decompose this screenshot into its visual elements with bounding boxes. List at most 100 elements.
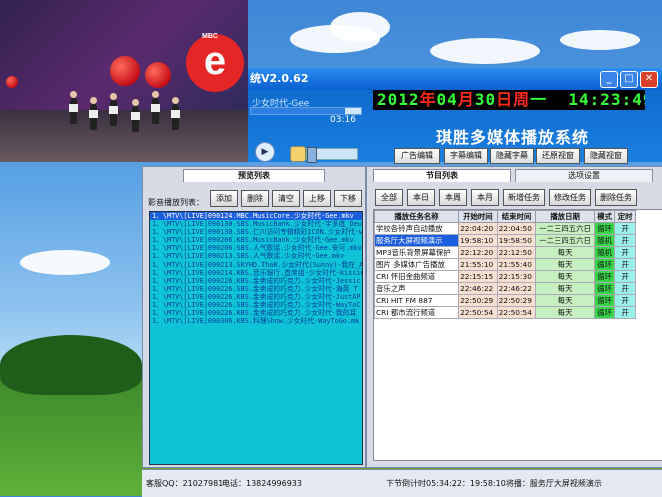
list-item[interactable]: 1、\MTV\[LIVE]090226.SBS.金卖成的巧克力.少女时代-海英 … — [150, 285, 362, 293]
hide-window-button[interactable]: 隐藏视窗 — [584, 148, 628, 164]
cell-name: 音乐之声 — [373, 282, 460, 295]
list-item[interactable]: 1、\MTV\[LIVE]090214.KBS.音乐银行.首席组-少女时代-Ki… — [150, 269, 362, 277]
ad-edit-button[interactable]: 广告编辑 — [394, 148, 440, 164]
list-item[interactable]: 1、\MTV\[LIVE]090226.SBS.金卖成的巧克力.少女时代-Way… — [150, 301, 362, 309]
cell-mode: 循环 — [593, 258, 616, 271]
progress-bar[interactable] — [250, 107, 362, 115]
app-title: 琪胜多媒体播放系统 — [436, 128, 590, 147]
tab-program-list[interactable]: 节目列表 — [373, 169, 511, 182]
cell-timed: 开 — [614, 306, 636, 319]
filter-all-button[interactable]: 全部 — [375, 189, 403, 206]
list-item[interactable]: 1、\MTV\[LIVE]090130.SBS.仁川访问专辑精彩ICON.少女时… — [150, 228, 362, 236]
delete-button[interactable]: 删除 — [241, 190, 269, 207]
table-row[interactable]: 服务厅大屏视频演示 19:58:10 19:58:50 一二三四五六日 随机开 — [373, 234, 636, 247]
cell-name: 学校各铃声自动播放 — [373, 222, 460, 235]
dancer — [109, 93, 118, 126]
cell-end: 22:04:50 — [496, 222, 537, 235]
table-row[interactable]: CRI HIT FM 887 22:50:29 22:50:29 每天 循环开 — [373, 294, 636, 307]
task-table: 播放任务名称 开始时间 结束时间 播放日期 模式 定时 学校各铃声自动播放 22:… — [373, 210, 636, 319]
balloon — [110, 56, 140, 86]
table-row[interactable]: CRI 怀旧金曲频道 22:15:15 22:15:30 每天 循环开 — [373, 270, 636, 283]
dancer — [89, 97, 98, 130]
clear-button[interactable]: 清空 — [272, 190, 300, 207]
list-item[interactable]: 1、\MTV\[LIVE]090226.KBS.金卖成的巧克力.少女时代-Jus… — [150, 293, 362, 301]
list-item[interactable]: 1、\MTV\[LIVE]090226.KBS.金卖成的巧克力.少女时代-我的耳 — [150, 309, 362, 317]
video-preview[interactable]: MBC e — [0, 0, 248, 162]
clock-year-unit: 年 — [419, 90, 437, 109]
list-item[interactable]: 1、\MTV\[LIVE]090124.MBC.MusicCore.少女时代-G… — [150, 212, 362, 221]
cell-date: 一二三四五六日 — [535, 234, 595, 247]
play-button[interactable]: ▶ — [255, 142, 275, 162]
volume-slider[interactable] — [306, 147, 358, 163]
service-qq: 客服QQ：21027981 — [146, 479, 224, 488]
cell-name: CRI HIT FM 887 — [373, 294, 460, 307]
progress-fill — [251, 108, 345, 114]
col-end[interactable]: 结束时间 — [496, 210, 537, 223]
playlist-label: 影音播放列表： — [148, 198, 204, 207]
cell-name: 图片 多媒体广告播放 — [373, 258, 460, 271]
stage-floor — [0, 110, 248, 162]
media-playlist[interactable]: 1、\MTV\[LIVE]090124.MBC.MusicCore.少女时代-G… — [149, 211, 363, 465]
subtitle-edit-button[interactable]: 字幕编辑 — [444, 148, 488, 164]
cell-name: MP3音乐背景屏幕保护 — [373, 246, 460, 259]
list-item[interactable]: 1、\MTV\[LIVE]090206.KBS.MusicBank.少女时代-G… — [150, 236, 362, 244]
delete-task-button[interactable]: 删除任务 — [595, 189, 637, 206]
new-task-button[interactable]: 新增任务 — [503, 189, 545, 206]
digital-clock: 2012年04月30日周一 14:23:49 — [373, 90, 645, 110]
balloon — [145, 62, 171, 88]
cell-end: 22:12:50 — [496, 246, 537, 259]
move-down-button[interactable]: 下移 — [334, 190, 362, 207]
preview-panel: 预览列表 添加 删除 清空 上移 下移 影音播放列表： 1、\MTV\[LIVE… — [142, 166, 366, 468]
hide-subtitle-button[interactable]: 隐藏字幕 — [490, 148, 534, 164]
cell-mode: 随机 — [593, 234, 616, 247]
edit-task-button[interactable]: 修改任务 — [549, 189, 591, 206]
filter-week-button[interactable]: 本周 — [439, 189, 467, 206]
cell-start: 22:50:54 — [458, 306, 498, 319]
cell-timed: 开 — [614, 270, 636, 283]
filter-month-button[interactable]: 本月 — [471, 189, 499, 206]
dancer — [171, 97, 180, 130]
speaker-icon[interactable] — [290, 146, 306, 162]
list-item[interactable]: 1、\MTV\[LIVE]090213.SKYHD.ThaB.少女时代(Sunn… — [150, 261, 362, 269]
cell-mode: 循环 — [593, 294, 616, 307]
list-item[interactable]: 1、\MTV\[LIVE]090206.SBS.人气歌谣.少女时代-Gee.安可… — [150, 244, 362, 252]
tree-line — [0, 335, 142, 395]
table-row[interactable]: 图片 多媒体广告播放 21:55:10 21:55:40 每天 循环开 — [373, 258, 636, 271]
cloud — [560, 30, 640, 50]
table-row[interactable]: MP3音乐背景屏幕保护 22:12:20 22:12:50 每天 随机开 — [373, 246, 636, 259]
table-header: 播放任务名称 开始时间 结束时间 播放日期 模式 定时 — [373, 210, 636, 223]
tab-options[interactable]: 选项设置 — [515, 169, 653, 182]
col-start[interactable]: 开始时间 — [458, 210, 498, 223]
list-item[interactable]: 1、\MTV\[LIVE]090130.SBS.MusicBank.少女时代-宇… — [150, 220, 362, 228]
move-up-button[interactable]: 上移 — [303, 190, 331, 207]
play-time: 03:16 — [330, 115, 356, 125]
maximize-button[interactable]: □ — [620, 71, 638, 88]
col-timed[interactable]: 定时 — [614, 210, 636, 223]
list-item[interactable]: 1、\MTV\[LIVE]090213.SBS.人气歌谣.少女时代-Gee.mk… — [150, 252, 362, 260]
filter-today-button[interactable]: 本日 — [407, 189, 435, 206]
list-item[interactable]: 1、\MTV\[LIVE]090306.KBS.料理Show.少女时代-WayT… — [150, 317, 362, 325]
title-bar[interactable]: 统V2.0.62 _ □ ✕ — [248, 68, 662, 90]
table-row[interactable]: 学校各铃声自动播放 22:04:20 22:04:50 一二三四五六日 循环开 — [373, 222, 636, 235]
status-bar: 客服QQ：21027981 电话：13824996933 下节倒计时05:34:… — [142, 469, 662, 497]
add-button[interactable]: 添加 — [210, 190, 238, 207]
cell-timed: 开 — [614, 234, 636, 247]
cell-mode: 随机 — [593, 246, 616, 259]
table-row[interactable]: CRI 都市流行频道 22:50:54 22:50:54 每天 循环开 — [373, 306, 636, 319]
col-name[interactable]: 播放任务名称 — [373, 210, 460, 223]
close-button[interactable]: ✕ — [640, 71, 658, 88]
cell-end: 19:58:50 — [496, 234, 537, 247]
cell-timed: 开 — [614, 222, 636, 235]
cell-start: 22:15:15 — [458, 270, 498, 283]
col-mode[interactable]: 模式 — [593, 210, 616, 223]
schedule-panel: 节目列表 选项设置 全部 本日 本周 本月 新增任务 修改任务 删除任务 播放任… — [366, 166, 662, 468]
cell-date: 每天 — [535, 270, 595, 283]
minimize-button[interactable]: _ — [600, 71, 618, 88]
dancer — [131, 99, 140, 132]
list-item[interactable]: 1、\MTV\[LIVE]090226.KBS.金卖成的巧克力.少女时代-Jes… — [150, 277, 362, 285]
table-row[interactable]: 音乐之声 22:46:22 22:46:22 每天 循环开 — [373, 282, 636, 295]
volume-knob[interactable] — [307, 147, 317, 163]
col-date[interactable]: 播放日期 — [535, 210, 595, 223]
restore-window-button[interactable]: 还原视窗 — [536, 148, 580, 164]
tab-preview-list[interactable]: 预览列表 — [183, 169, 325, 182]
